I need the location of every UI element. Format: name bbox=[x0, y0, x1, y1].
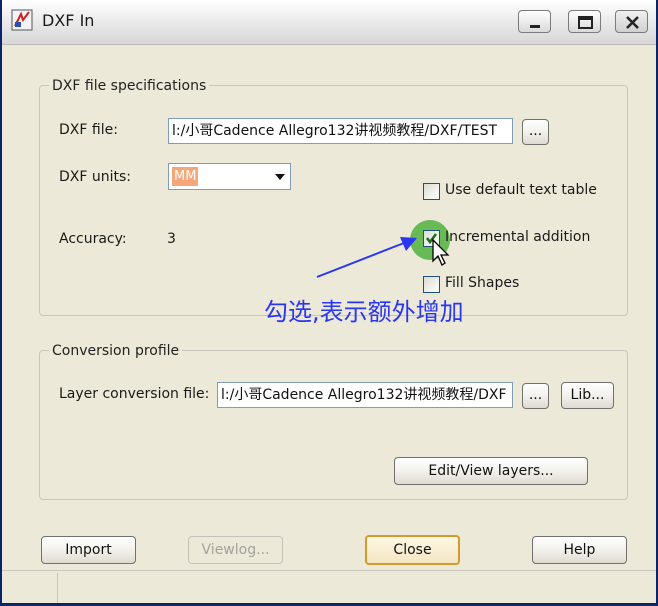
window-title: DXF In bbox=[42, 11, 95, 30]
maximize-icon bbox=[578, 16, 593, 29]
dxf-file-browse-button[interactable]: ... bbox=[522, 119, 549, 145]
mouse-cursor-icon bbox=[432, 238, 450, 266]
use-default-text-table-label[interactable]: Use default text table bbox=[445, 182, 597, 198]
annotation-arrow-icon bbox=[316, 237, 417, 278]
help-button[interactable]: Help bbox=[532, 536, 627, 564]
status-bar bbox=[2, 570, 656, 606]
maximize-button[interactable] bbox=[568, 10, 601, 33]
dialog-body: DXF file specifications DXF file: l:/小哥C… bbox=[2, 45, 656, 605]
dxf-units-label: DXF units: bbox=[59, 169, 132, 185]
dxf-spec-group-label: DXF file specifications bbox=[49, 78, 210, 94]
layer-file-browse-button[interactable]: ... bbox=[522, 383, 549, 409]
import-button[interactable]: Import bbox=[41, 536, 136, 564]
annotation-text: 勾选,表示额外增加 bbox=[264, 298, 464, 326]
conversion-profile-label: Conversion profile bbox=[49, 343, 183, 359]
layer-conversion-file-field[interactable]: l:/小哥Cadence Allegro132讲视频教程/DXF bbox=[217, 382, 513, 408]
dxf-units-select[interactable]: MM bbox=[168, 163, 291, 190]
dxf-file-field[interactable]: l:/小哥Cadence Allegro132讲视频教程/DXF/TEST bbox=[168, 118, 513, 144]
dxf-file-label: DXF file: bbox=[59, 122, 118, 138]
title-bar[interactable]: DXF In bbox=[2, 0, 656, 45]
lib-button[interactable]: Lib... bbox=[561, 382, 614, 409]
close-window-button[interactable] bbox=[615, 10, 648, 33]
accuracy-value: 3 bbox=[167, 231, 176, 247]
minimize-button[interactable] bbox=[518, 10, 551, 33]
edit-view-layers-button[interactable]: Edit/View layers... bbox=[394, 457, 588, 485]
minimize-icon bbox=[530, 25, 540, 28]
incremental-addition-label[interactable]: Incremental addition bbox=[445, 229, 590, 245]
close-icon bbox=[626, 16, 639, 29]
dxf-units-value: MM bbox=[172, 167, 199, 186]
dxf-app-icon bbox=[11, 9, 33, 31]
accuracy-label: Accuracy: bbox=[59, 231, 127, 247]
fill-shapes-label[interactable]: Fill Shapes bbox=[445, 275, 519, 291]
layer-conversion-file-label: Layer conversion file: bbox=[59, 386, 210, 402]
use-default-text-table-checkbox[interactable] bbox=[423, 183, 440, 200]
dxf-in-dialog: DXF In DXF file specifications DXF file:… bbox=[0, 0, 658, 605]
status-divider bbox=[57, 573, 58, 603]
viewlog-button[interactable]: Viewlog... bbox=[188, 536, 283, 564]
chevron-down-icon[interactable] bbox=[275, 174, 285, 180]
close-button[interactable]: Close bbox=[365, 535, 460, 565]
